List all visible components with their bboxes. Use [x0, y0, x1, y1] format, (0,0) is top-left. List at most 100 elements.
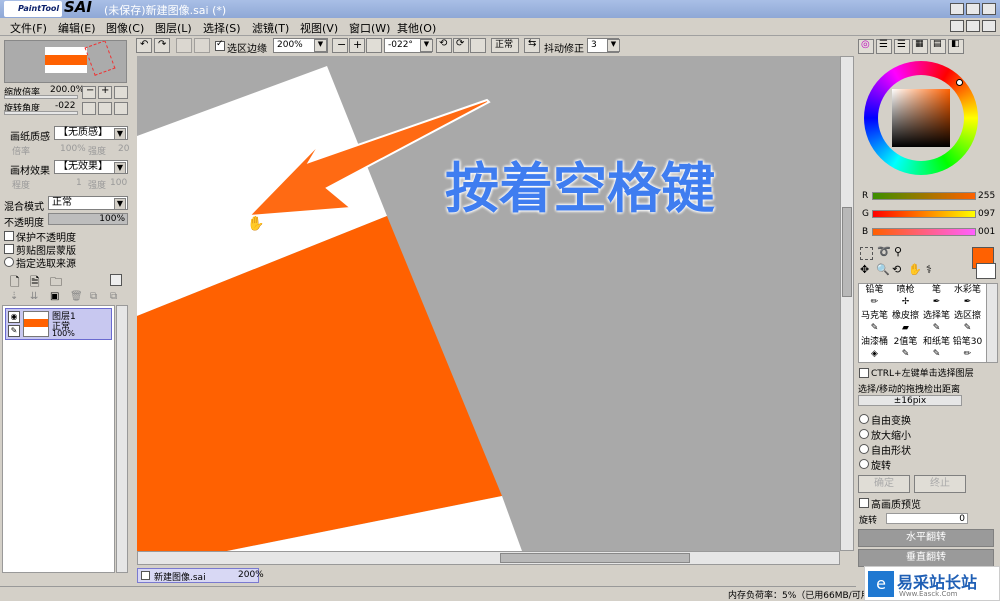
chevron-down-icon[interactable]: ▼ [420, 39, 433, 52]
canvas-vscrollbar[interactable] [840, 56, 854, 551]
g-slider[interactable] [872, 210, 976, 218]
maximize-button[interactable] [966, 3, 980, 15]
delete-layer-icon[interactable]: 🗑 [70, 291, 83, 302]
paper-texture-select[interactable]: 【无质感】 ▼ [54, 126, 128, 140]
angle-slider[interactable] [4, 111, 78, 115]
merge-down-icon[interactable]: ⇊ [30, 291, 38, 302]
menu-layer[interactable]: 图层(L) [155, 20, 192, 36]
color-wheel[interactable] [864, 61, 978, 175]
secondary-color-swatch[interactable] [976, 263, 996, 279]
hsv-slider-tab[interactable]: ☰ [894, 39, 910, 54]
tool-watercolor[interactable]: 水彩笔 ✒ [952, 284, 983, 311]
rgb-slider-tab[interactable]: ☰ [876, 39, 892, 54]
rotate-radio[interactable] [859, 459, 869, 469]
tool-grid-scrollbar[interactable] [986, 283, 998, 363]
rotate-view-icon[interactable]: ⟲ [892, 263, 901, 276]
free-shape-radio[interactable] [859, 444, 869, 454]
tool-eraser[interactable]: 橡皮擦 ▰ [890, 310, 921, 337]
menu-file[interactable]: 文件(F) [10, 20, 47, 36]
hscroll-thumb[interactable] [500, 553, 690, 563]
select-source-radio[interactable] [4, 257, 14, 267]
zoom-icon[interactable]: 🔍 [876, 263, 890, 276]
copy-layer-icon[interactable]: ⧉ [90, 291, 97, 302]
flip-view-button[interactable]: ⇆ [524, 38, 540, 53]
tool-washi-pen[interactable]: 和纸笔 ✎ [921, 336, 952, 363]
menu-other[interactable]: 其他(O) [397, 20, 436, 36]
nav-rotate-left-button[interactable] [82, 102, 96, 115]
clear-layer-icon[interactable]: ▣ [50, 291, 59, 302]
tool-pencil[interactable]: 铅笔 ✏ [859, 284, 890, 311]
paper-effect-select[interactable]: 【无效果】 ▼ [54, 160, 128, 174]
swatches-tab[interactable]: ▦ [912, 39, 928, 54]
brush-icon[interactable]: ✎ [8, 325, 20, 337]
b-slider[interactable] [872, 228, 976, 236]
doc-minimize-button[interactable] [950, 20, 964, 32]
navigator-preview[interactable] [4, 40, 127, 83]
invert-select-button[interactable] [194, 38, 210, 53]
tool-select-pen[interactable]: 选择笔 ✎ [921, 310, 952, 337]
vscroll-thumb[interactable] [842, 207, 852, 297]
tool-select-eraser[interactable]: 选区擦 ✎ [952, 310, 983, 337]
nav-zoom-in-button[interactable]: + [98, 85, 112, 99]
ctrl-select-checkbox[interactable] [859, 368, 869, 378]
menu-edit[interactable]: 编辑(E) [58, 20, 96, 36]
hand-icon[interactable]: ✋ [908, 263, 922, 276]
eye-icon[interactable]: ◉ [8, 311, 20, 323]
nav-zoom-out-button[interactable]: − [82, 85, 96, 99]
rotation-field[interactable]: 0 [886, 513, 968, 524]
tool-brush[interactable]: 笔 ✒ [921, 284, 952, 311]
blend-mode-select[interactable]: 正常 ▼ [48, 196, 128, 210]
zoom-slider[interactable] [4, 95, 78, 99]
hq-preview-checkbox[interactable] [859, 498, 869, 508]
deselect-button[interactable] [176, 38, 192, 53]
paste-layer-icon[interactable]: ⧉ [110, 291, 117, 302]
magic-wand-icon[interactable]: ⚲ [894, 245, 902, 258]
opacity-slider[interactable]: 100% [48, 213, 128, 225]
mode-button[interactable]: 正常 [491, 38, 519, 53]
canvas-hscrollbar[interactable] [137, 551, 840, 565]
cancel-button[interactable]: 终止 [914, 475, 966, 493]
chevron-down-icon[interactable]: ▼ [314, 39, 327, 52]
zoom-out-button[interactable]: − [332, 38, 348, 53]
free-transform-radio[interactable] [859, 414, 869, 424]
clip-group-checkbox[interactable] [4, 244, 14, 254]
tool-marker[interactable]: 马克笔 ✎ [859, 310, 890, 337]
eyedropper-icon[interactable]: ⚕ [926, 263, 932, 276]
tool-binary-pen[interactable]: 2值笔 ✎ [890, 336, 921, 363]
rotate-left-button[interactable]: ⟲ [436, 38, 452, 53]
doc-tab-checkbox[interactable] [141, 571, 150, 580]
tool-bucket[interactable]: 油漆桶 ◈ [859, 336, 890, 363]
minimize-button[interactable] [950, 3, 964, 15]
r-slider[interactable] [872, 192, 976, 200]
rect-select-icon[interactable] [860, 247, 873, 260]
layer-row[interactable]: ◉ ✎ 图层1 正常 100% [5, 308, 112, 340]
doc-close-button[interactable] [982, 20, 996, 32]
menu-select[interactable]: 选择(S) [203, 20, 241, 36]
flip-horizontal-button[interactable]: 水平翻转 [858, 529, 994, 547]
saturation-value-square[interactable] [892, 89, 950, 147]
canvas-area[interactable]: ✋ 按着空格键 [137, 56, 840, 551]
hue-picker-handle[interactable] [956, 79, 963, 86]
chevron-down-icon[interactable]: ▼ [607, 39, 620, 52]
rotate-right-button[interactable]: ⟳ [453, 38, 469, 53]
menu-window[interactable]: 窗口(W) [349, 20, 390, 36]
undo-button[interactable]: ↶ [136, 38, 152, 53]
document-tab[interactable]: 新建图像.sai 200% [137, 568, 264, 583]
menu-view[interactable]: 视图(V) [300, 20, 338, 36]
menu-filter[interactable]: 滤镜(T) [252, 20, 289, 36]
drag-distance-slider[interactable]: ±16pix [858, 395, 962, 406]
rotate-reset-button[interactable] [470, 38, 486, 53]
doc-maximize-button[interactable] [966, 20, 980, 32]
close-button[interactable] [982, 3, 996, 15]
user-colors-tab[interactable]: ◧ [948, 39, 964, 54]
layer-mask-button[interactable] [110, 274, 122, 286]
transfer-down-icon[interactable]: ⇣ [10, 291, 18, 302]
move-icon[interactable]: ✥ [860, 263, 869, 276]
tool-pencil30[interactable]: 铅笔30 ✏ [952, 336, 983, 363]
redo-button[interactable]: ↷ [154, 38, 170, 53]
zoom-in-button[interactable]: + [349, 38, 365, 53]
lasso-icon[interactable]: ➰ [877, 245, 891, 258]
scratchpad-tab[interactable]: ▤ [930, 39, 946, 54]
menu-image[interactable]: 图像(C) [106, 20, 144, 36]
nav-rotate-reset-button[interactable] [114, 102, 128, 115]
